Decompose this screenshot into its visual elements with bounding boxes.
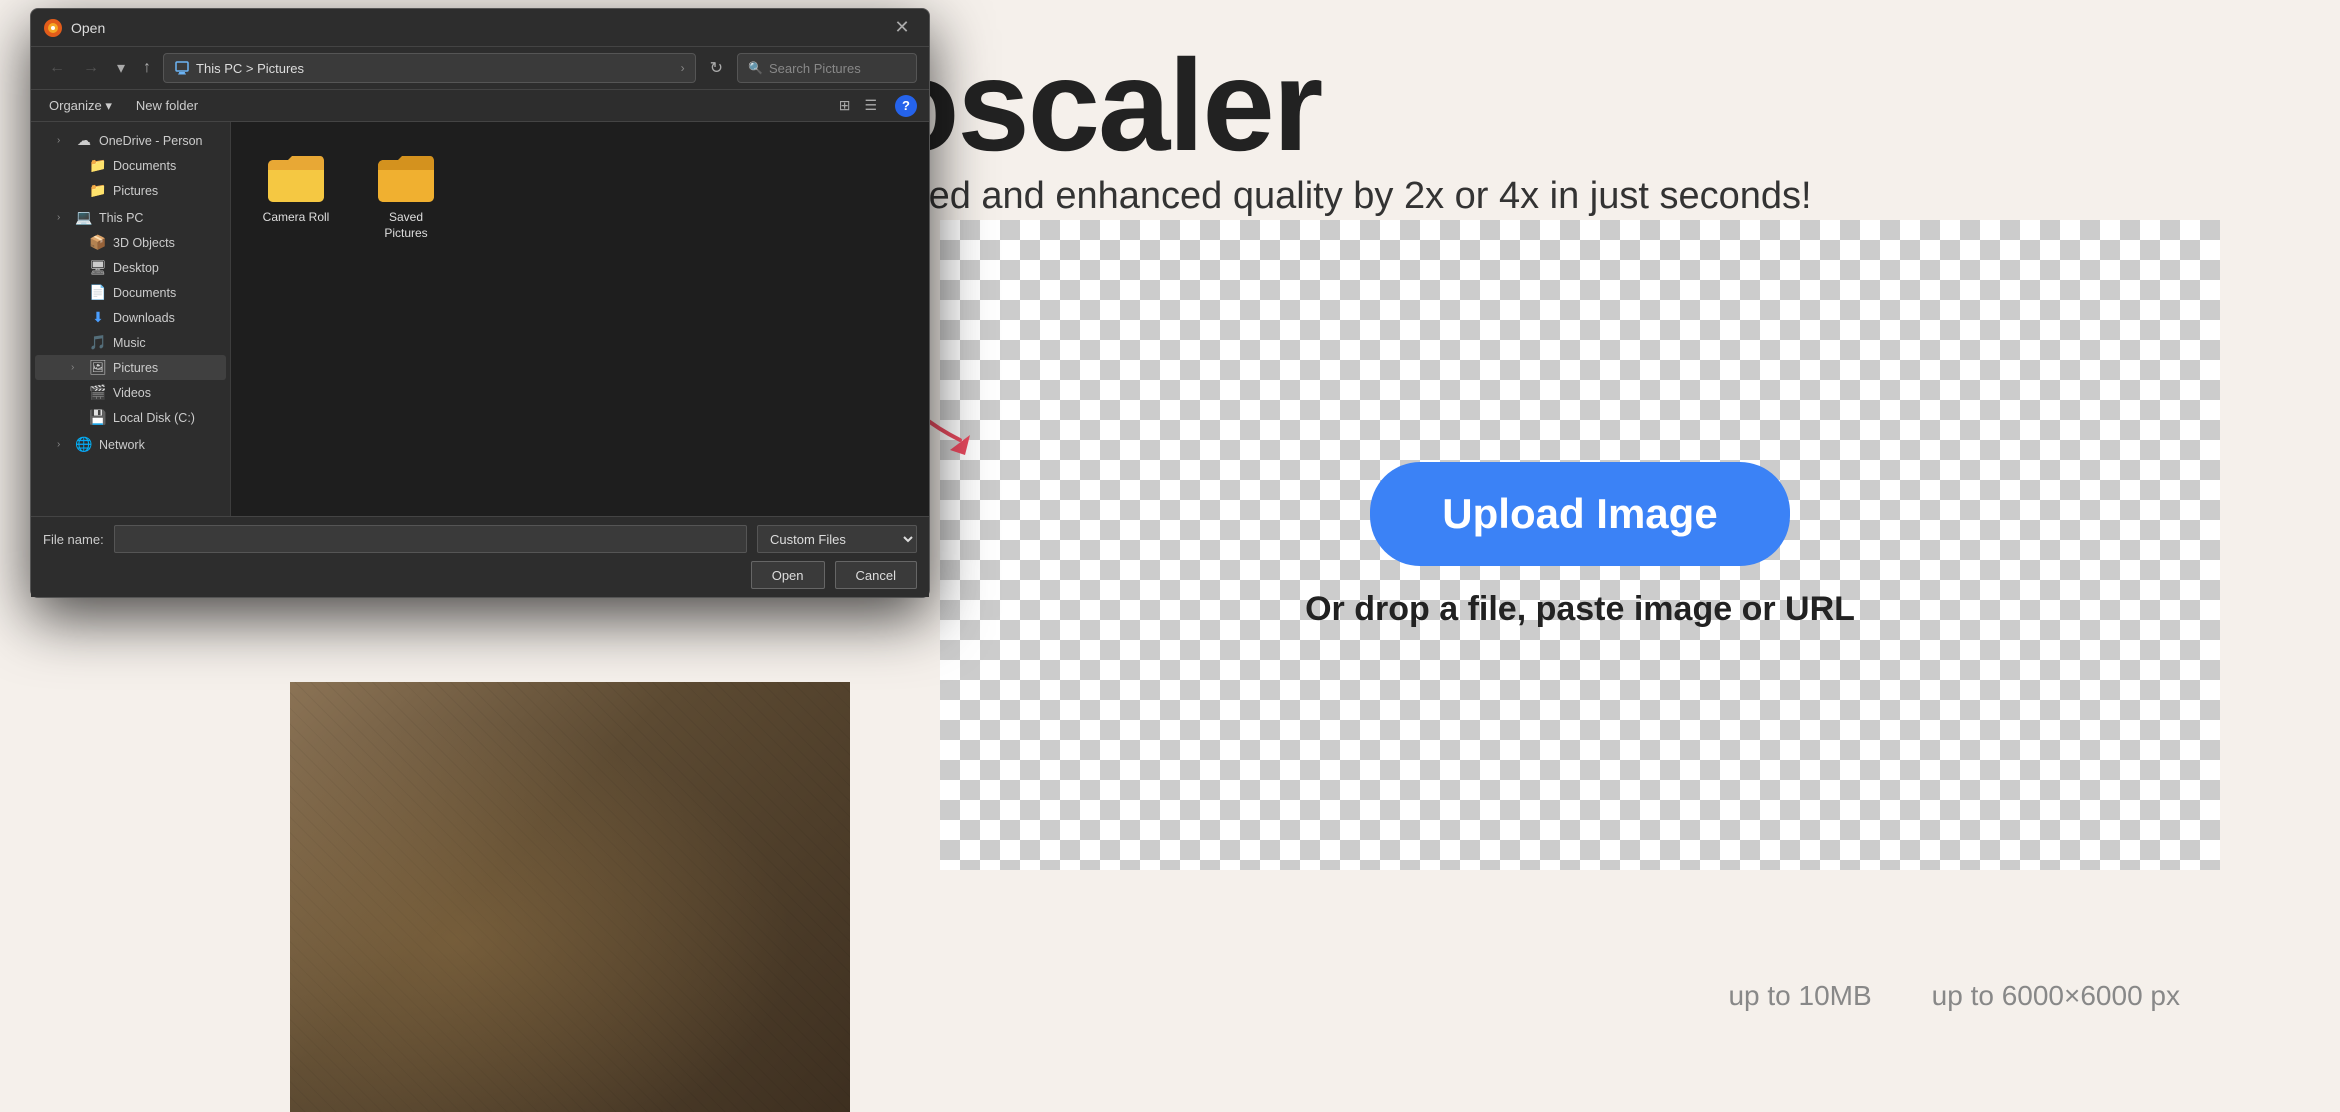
view-buttons: ⊞ ☰ (833, 94, 883, 117)
folder-label-saved-pictures: Saved Pictures (369, 210, 443, 241)
sidebar-section-thispc: › 💻 This PC 📦 3D Objects 🖥 Desktop 📄 (31, 205, 230, 430)
dialog-titlebar: Open ✕ (31, 9, 929, 47)
nav-forward-button[interactable]: → (77, 55, 105, 81)
folder-icon-camera-roll (264, 150, 328, 204)
sidebar-item-downloads[interactable]: ⬇ Downloads (35, 305, 226, 330)
filetype-select[interactable]: Custom Files (757, 525, 917, 553)
network-icon: 🌐 (75, 436, 93, 453)
chevron-icon: › (57, 439, 69, 450)
file-open-dialog: Open ✕ ← → ▾ ↑ This PC > Pictures › ↻ 🔍 … (30, 8, 930, 598)
dialog-open-button[interactable]: Open (751, 561, 825, 589)
nav-dropdown-button[interactable]: ▾ (111, 54, 131, 82)
folder-camera-roll[interactable]: Camera Roll (251, 142, 341, 249)
folder-saved-pictures[interactable]: Saved Pictures (361, 142, 451, 249)
dialog-sidebar: › ☁ OneDrive - Person 📁 Documents 📁 Pict… (31, 122, 231, 516)
videos-icon: 🎬 (89, 384, 107, 401)
page-title: oscaler (880, 30, 1321, 180)
sidebar-label: Videos (113, 386, 151, 400)
search-box[interactable]: 🔍 (737, 53, 917, 83)
help-button[interactable]: ? (895, 95, 917, 117)
view-large-icon-button[interactable]: ⊞ (833, 94, 857, 117)
folder-icon-saved-pictures (374, 150, 438, 204)
onedrive-icon: ☁ (75, 132, 93, 149)
objects-icon: 📦 (89, 234, 107, 251)
sample-image (290, 682, 850, 1112)
resolution-limit: up to 6000×6000 px (1932, 980, 2180, 1012)
folder-icon: 📁 (89, 182, 107, 199)
sidebar-item-pictures[interactable]: › 🖼 Pictures (35, 355, 226, 380)
pc-icon (174, 60, 190, 76)
dialog-title-left: Open (43, 18, 105, 38)
dialog-body: › ☁ OneDrive - Person 📁 Documents 📁 Pict… (31, 122, 929, 516)
filename-label: File name: (43, 532, 104, 547)
upload-limits: up to 10MB up to 6000×6000 px (1728, 980, 2180, 1012)
sidebar-section-onedrive: › ☁ OneDrive - Person 📁 Documents 📁 Pict… (31, 128, 230, 203)
upload-area[interactable]: Upload Image Or drop a file, paste image… (940, 220, 2220, 870)
search-input[interactable] (769, 61, 906, 76)
sidebar-item-3dobjects[interactable]: 📦 3D Objects (35, 230, 226, 255)
nav-up-button[interactable]: ↑ (137, 55, 157, 81)
dialog-close-button[interactable]: ✕ (887, 16, 917, 40)
sidebar-item-od-pictures[interactable]: 📁 Pictures (35, 178, 226, 203)
search-icon: 🔍 (748, 61, 763, 75)
sidebar-item-music[interactable]: 🎵 Music (35, 330, 226, 355)
refresh-button[interactable]: ↻ (702, 54, 731, 82)
drop-instruction: Or drop a file, paste image or URL (1305, 590, 1855, 629)
address-box[interactable]: This PC > Pictures › (163, 53, 696, 83)
organize-button[interactable]: Organize ▾ (43, 95, 118, 117)
sidebar-label: Desktop (113, 261, 159, 275)
page-subtitle: caled and enhanced quality by 2x or 4x i… (880, 175, 1812, 218)
dialog-bottom-actions: Open Cancel (31, 561, 929, 597)
sidebar-label: Documents (113, 286, 176, 300)
sidebar-item-documents[interactable]: 📄 Documents (35, 280, 226, 305)
sidebar-item-od-documents[interactable]: 📁 Documents (35, 153, 226, 178)
new-folder-button[interactable]: New folder (130, 95, 204, 116)
dialog-title-text: Open (71, 20, 105, 36)
address-chevron-icon: › (681, 61, 685, 75)
documents-icon: 📄 (89, 284, 107, 301)
downloads-icon: ⬇ (89, 309, 107, 326)
dialog-cancel-button[interactable]: Cancel (835, 561, 917, 589)
dialog-files-area[interactable]: Camera Roll Saved Pictures (231, 122, 929, 516)
sidebar-item-network[interactable]: › 🌐 Network (35, 432, 226, 457)
dialog-bottom-bar: File name: Custom Files (31, 516, 929, 561)
sidebar-item-thispc[interactable]: › 💻 This PC (35, 205, 226, 230)
pictures-icon: 🖼 (89, 359, 107, 376)
dialog-addressbar: ← → ▾ ↑ This PC > Pictures › ↻ 🔍 (31, 47, 929, 90)
nav-back-button[interactable]: ← (43, 55, 71, 81)
sidebar-label: 3D Objects (113, 236, 175, 250)
desktop-icon: 🖥 (89, 259, 107, 276)
thispc-icon: 💻 (75, 209, 93, 226)
sidebar-label-network: Network (99, 438, 145, 452)
address-text: This PC > Pictures (196, 61, 304, 76)
sidebar-label: Local Disk (C:) (113, 411, 195, 425)
sidebar-label: Music (113, 336, 146, 350)
sidebar-label-thispc: This PC (99, 211, 143, 225)
dialog-toolbar: Organize ▾ New folder ⊞ ☰ ? (31, 90, 929, 122)
sidebar-label-onedrive: OneDrive - Person (99, 134, 203, 148)
size-limit: up to 10MB (1728, 980, 1871, 1012)
sidebar-label: Pictures (113, 184, 158, 198)
sidebar-label: Documents (113, 159, 176, 173)
chevron-icon: › (57, 135, 69, 146)
filename-input[interactable] (114, 525, 747, 553)
chevron-icon: › (71, 362, 83, 373)
sidebar-section-network: › 🌐 Network (31, 432, 230, 457)
sidebar-label: Downloads (113, 311, 175, 325)
dialog-app-icon (43, 18, 63, 38)
folder-label-camera-roll: Camera Roll (263, 210, 330, 226)
sidebar-item-videos[interactable]: 🎬 Videos (35, 380, 226, 405)
sidebar-item-desktop[interactable]: 🖥 Desktop (35, 255, 226, 280)
upload-image-button[interactable]: Upload Image (1370, 462, 1789, 566)
folder-icon: 📁 (89, 157, 107, 174)
music-icon: 🎵 (89, 334, 107, 351)
sidebar-label: Pictures (113, 361, 158, 375)
sidebar-item-localdisk[interactable]: 💾 Local Disk (C:) (35, 405, 226, 430)
disk-icon: 💾 (89, 409, 107, 426)
view-details-button[interactable]: ☰ (858, 94, 883, 117)
sidebar-item-onedrive[interactable]: › ☁ OneDrive - Person (35, 128, 226, 153)
chevron-icon: › (57, 212, 69, 223)
